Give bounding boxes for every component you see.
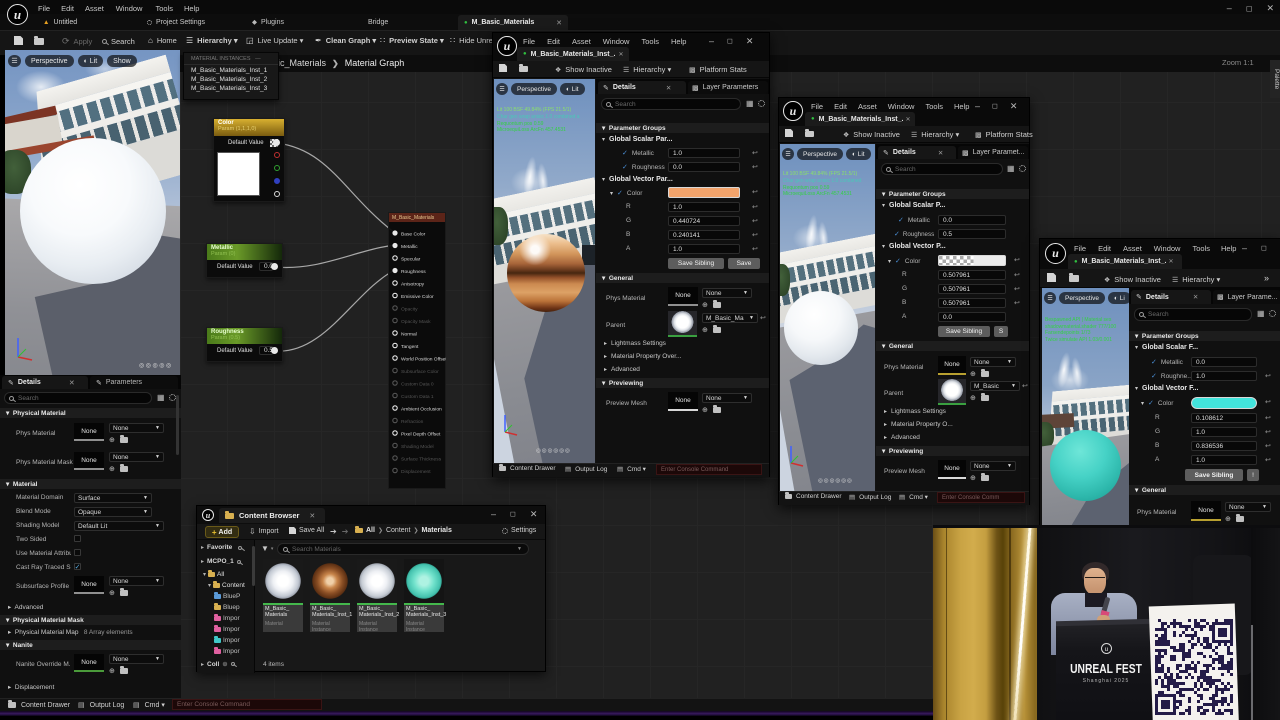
svg-text:Opacity: Opacity [401, 307, 418, 313]
svg-text:Displacement: Displacement [401, 469, 431, 475]
svg-text:Pixel Depth Offset: Pixel Depth Offset [401, 432, 441, 438]
svg-text:World Position Offset: World Position Offset [401, 357, 446, 363]
svg-text:Subsurface Color: Subsurface Color [401, 369, 439, 375]
svg-text:Custom Data 0: Custom Data 0 [401, 382, 434, 388]
svg-text:Normal: Normal [401, 332, 417, 338]
svg-text:Metallic: Metallic [401, 244, 418, 250]
svg-text:Base Color: Base Color [401, 232, 426, 238]
svg-text:Shading Model: Shading Model [401, 444, 434, 450]
svg-text:Opacity Mask: Opacity Mask [401, 319, 431, 325]
svg-text:Emissive Color: Emissive Color [401, 294, 434, 300]
svg-text:Ambient Occlusion: Ambient Occlusion [401, 407, 442, 413]
svg-text:Roughness: Roughness [401, 269, 426, 275]
svg-text:Refraction: Refraction [401, 419, 424, 425]
svg-text:Specular: Specular [401, 257, 421, 263]
svg-text:Tangent: Tangent [401, 344, 419, 350]
svg-text:Surface Thickness: Surface Thickness [401, 457, 442, 463]
svg-text:Anisotropy: Anisotropy [401, 282, 425, 288]
svg-text:Custom Data 1: Custom Data 1 [401, 394, 434, 400]
